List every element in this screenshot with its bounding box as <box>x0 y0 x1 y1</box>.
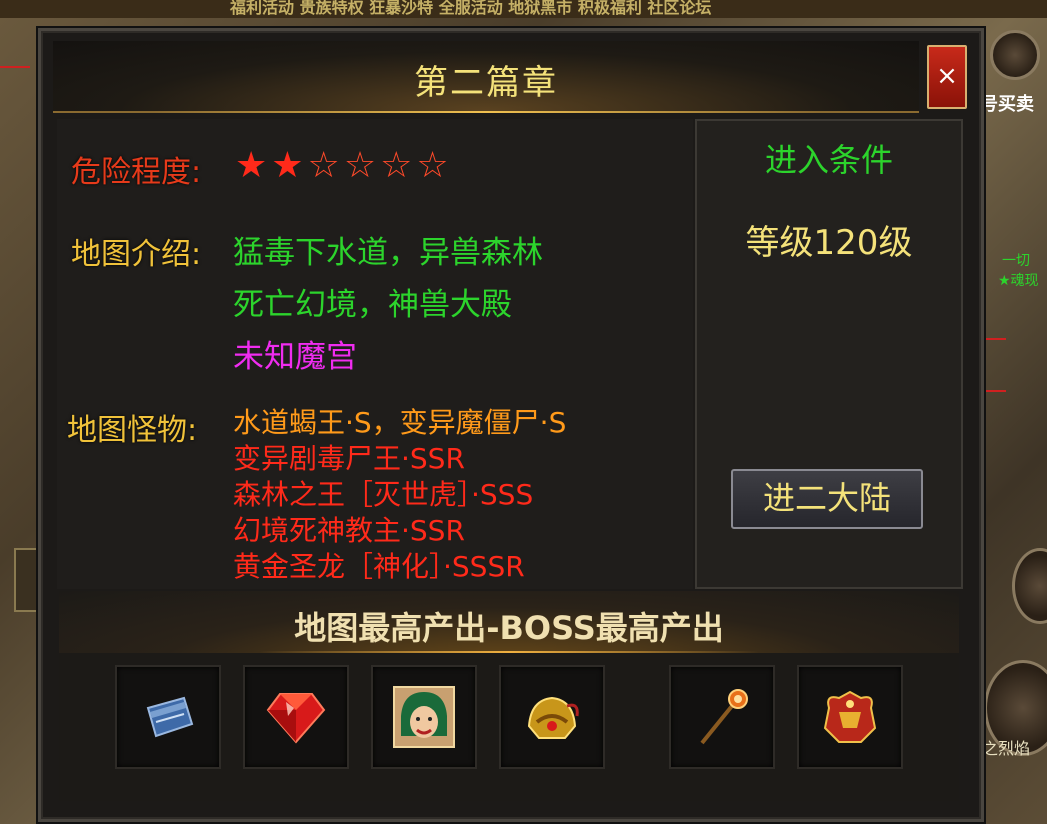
drop-slot-2[interactable] <box>243 665 349 769</box>
shop-icon[interactable] <box>990 30 1040 80</box>
drops-title: 地图最高产出-BOSS最高产出 <box>294 609 724 647</box>
map-intro-line-2: 死亡幻境，神兽大殿 <box>233 287 512 323</box>
title-bar: 第二篇章 <box>53 41 919 113</box>
monster-line-5: 黄金圣龙［神化］·SSSR <box>233 550 525 583</box>
monster-line-2: 变异剧毒尸王·SSR <box>233 442 465 475</box>
close-button[interactable]: × <box>927 45 967 109</box>
enter-continent-button[interactable]: 进二大陆 <box>731 469 923 529</box>
drop-slot-4[interactable] <box>499 665 605 769</box>
drop-slot-6[interactable] <box>797 665 903 769</box>
drop-slot-3[interactable] <box>371 665 477 769</box>
dialog-title: 第二篇章 <box>414 63 558 103</box>
hp-bar-left <box>0 66 30 68</box>
side-quest-label-2: ★魂现 <box>998 273 1039 289</box>
map-monsters-label: 地图怪物: <box>67 413 198 448</box>
danger-empty-stars: ☆☆☆☆ <box>307 145 453 186</box>
fire-skill-label: 之烈焰 <box>982 739 1031 758</box>
monster-line-1: 水道蝎王·S，变异魔僵尸·S <box>233 406 567 439</box>
drops-header: 地图最高产出-BOSS最高产出 <box>59 591 959 653</box>
map-intro-label: 地图介绍: <box>71 237 202 272</box>
danger-filled-stars: ★★ <box>235 145 308 186</box>
entry-requirements-box: 进入条件 等级120级 进二大陆 <box>695 119 963 589</box>
dragon-armor-icon <box>823 690 877 743</box>
game-menu-strip[interactable]: 福利活动 贵族特权 狂暴沙特 全服活动 地狱黑市 积极福利 社区论坛 <box>230 0 711 18</box>
skill-ring-icon[interactable] <box>1012 548 1047 624</box>
drop-slot-1[interactable] <box>115 665 221 769</box>
danger-rating-stars: ★★☆☆☆☆ <box>235 145 453 186</box>
map-intro-line-1: 猛毒下水道，异兽森林 <box>233 235 543 271</box>
shop-label: 号买卖 <box>980 94 1034 115</box>
red-gem-icon <box>266 693 326 744</box>
required-level: 等级120级 <box>745 223 913 263</box>
drops-section: 地图最高产出-BOSS最高产出 <box>59 591 959 801</box>
map-info-box: 危险程度: ★★☆☆☆☆ 地图介绍: 猛毒下水道，异兽森林 死亡幻境，神兽大殿 … <box>57 119 693 589</box>
drop-slot-5[interactable] <box>669 665 775 769</box>
danger-level-label: 危险程度: <box>71 155 202 190</box>
chapter-dialog: 第二篇章 × 危险程度: ★★☆☆☆☆ 地图介绍: 猛毒下水道，异兽森林 死亡幻… <box>38 28 984 822</box>
golden-helmet-icon <box>527 696 579 739</box>
hero-portrait-icon <box>393 686 455 748</box>
fire-staff-icon <box>700 689 748 745</box>
side-quest-label-1: 一切 <box>1002 253 1030 269</box>
requirements-title: 进入条件 <box>764 141 893 179</box>
skill-book-icon <box>146 696 194 738</box>
map-intro-line-3: 未知魔宫 <box>233 339 357 375</box>
monster-line-4: 幻境死神教主·SSR <box>233 514 465 547</box>
monster-line-3: 森林之王［灭世虎］·SSS <box>233 478 534 511</box>
